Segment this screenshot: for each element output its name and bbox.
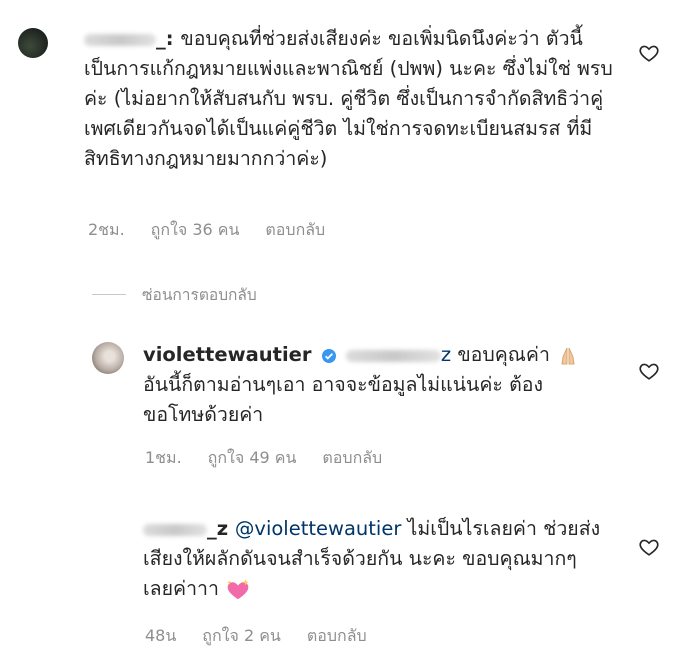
heart-icon[interactable] — [638, 536, 660, 558]
likes-count[interactable]: ถูกใจ 2 คน — [202, 624, 281, 649]
likes-count[interactable]: ถูกใจ 36 คน — [151, 218, 240, 243]
divider — [92, 294, 126, 295]
likes-count[interactable]: ถูกใจ 49 คน — [208, 446, 297, 471]
sparkling-heart-icon — [227, 578, 249, 599]
reply-button[interactable]: ตอบกลับ — [265, 218, 325, 243]
reply-button[interactable]: ตอบกลับ — [307, 624, 367, 649]
comment-time: 2ชม. — [88, 220, 125, 239]
verified-badge-icon — [321, 348, 336, 363]
reply-text: _z @violettewautier ไม่เป็นไรเลยค่า ช่วย… — [143, 514, 603, 604]
hide-replies-label: ซ่อนการตอบกลับ — [142, 286, 257, 304]
reply-text: violettewautier z ขอบคุณค่า อันนี้ก็ตามอ… — [143, 340, 603, 430]
heart-icon[interactable] — [638, 42, 660, 64]
reply-meta: 48น ถูกใจ 2 คน ตอบกลับ — [145, 624, 367, 649]
reply-mention[interactable]: z — [441, 343, 451, 366]
reply-time: 1ชม. — [145, 448, 182, 467]
comment-text: _: ขอบคุณที่ช่วยส่งเสียงค่ะ ขอเพิ่มนิดนึ… — [84, 27, 613, 170]
avatar[interactable] — [92, 342, 124, 374]
heart-icon[interactable] — [638, 360, 660, 382]
reply-username[interactable]: violettewautier — [143, 343, 311, 366]
reply-username[interactable]: _z — [143, 517, 235, 540]
redacted-username — [143, 523, 207, 536]
reply-button[interactable]: ตอบกลับ — [322, 446, 382, 471]
folded-hands-icon — [561, 347, 575, 364]
reply-mention[interactable]: @violettewautier — [235, 517, 401, 540]
avatar[interactable] — [18, 28, 48, 58]
comment-username[interactable]: _: — [84, 27, 180, 50]
reply-meta: 1ชม. ถูกใจ 49 คน ตอบกลับ — [145, 446, 382, 471]
redacted-username — [84, 33, 156, 46]
comment-meta: 2ชม. ถูกใจ 36 คน ตอบกลับ — [88, 218, 325, 243]
reply-time: 48น — [145, 626, 177, 645]
hide-replies-button[interactable]: ซ่อนการตอบกลับ — [92, 282, 257, 307]
redacted-mention — [345, 349, 441, 362]
